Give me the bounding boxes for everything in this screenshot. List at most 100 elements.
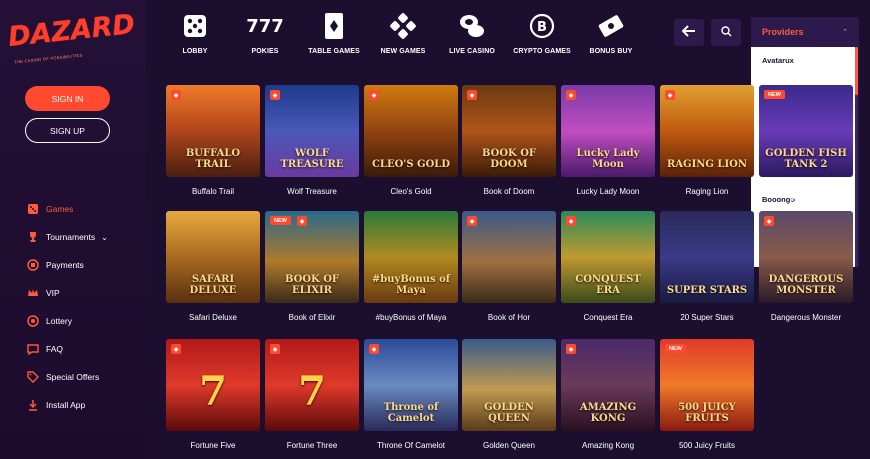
game-title[interactable]: Safari Deluxe xyxy=(166,313,260,323)
game-thumbnail[interactable]: Throne of Camelot ◆ xyxy=(364,339,458,431)
tab-label: TABLE GAMES xyxy=(308,48,360,55)
game-thumbnail[interactable]: BOOK OF DOOM ◆ xyxy=(462,85,556,177)
game-thumbnail[interactable]: 500 JUICY FRUITS NEW xyxy=(660,339,754,431)
game-tile[interactable]: GOLDEN FISH TANK 2 NEW Golden Fish Tank 2 … xyxy=(759,85,853,207)
game-thumbnail[interactable]: GOLDEN QUEEN xyxy=(462,339,556,431)
game-title[interactable]: Dangerous Monster xyxy=(759,313,853,323)
game-title[interactable]: Wolf Treasure xyxy=(265,187,359,197)
game-title[interactable]: 500 Juicy Fruits xyxy=(660,441,754,451)
game-tile[interactable]: CONQUEST ERA ◆ Conquest Era xyxy=(561,211,655,323)
hot-badge-icon: ◆ xyxy=(369,344,379,354)
game-tile[interactable]: BOOK OF ELIXIR ◆ NEW Book of Elixir xyxy=(265,211,359,323)
sidebar-item-label: VIP xyxy=(46,288,60,298)
dice-icon xyxy=(155,10,235,42)
game-title[interactable]: 20 Super Stars xyxy=(660,313,754,323)
game-thumbnail[interactable]: BOOK OF ELIXIR ◆ NEW xyxy=(265,211,359,303)
game-thumbnail[interactable]: ◆ xyxy=(462,211,556,303)
sidebar-item-label: Games xyxy=(46,204,74,214)
game-tile[interactable]: #buyBonus of Maya #buyBonus of Maya xyxy=(364,211,458,323)
game-title[interactable]: Raging Lion xyxy=(660,187,754,197)
game-thumbnail[interactable]: CONQUEST ERA ◆ xyxy=(561,211,655,303)
game-thumbnail[interactable]: RAGING LION ◆ xyxy=(660,85,754,177)
game-title[interactable]: Conquest Era xyxy=(561,313,655,323)
game-title[interactable]: Lucky Lady Moon xyxy=(561,187,655,197)
game-thumbnail[interactable]: CLEO'S GOLD ◆ xyxy=(364,85,458,177)
sign-up-button[interactable]: SIGN UP xyxy=(25,118,110,143)
search-button[interactable] xyxy=(711,19,741,46)
game-art-title: RAGING LION xyxy=(666,158,747,170)
sidebar-nav: Games Tournaments ⌄ Payments VIP Lottery… xyxy=(27,202,108,426)
game-title[interactable]: Fortune Three xyxy=(265,441,359,451)
game-art-title: 7 xyxy=(298,368,326,415)
back-button[interactable] xyxy=(674,19,704,46)
providers-scrollbar[interactable] xyxy=(855,47,858,95)
game-tile[interactable]: RAGING LION ◆ Raging Lion xyxy=(660,85,754,197)
game-title[interactable]: Throne Of Camelot xyxy=(364,441,458,451)
game-tile[interactable]: Lucky Lady Moon ◆ Lucky Lady Moon xyxy=(561,85,655,197)
tab-pokies[interactable]: 777 POKIES xyxy=(225,10,305,56)
game-thumbnail[interactable]: BUFFALO TRAIL ◆ xyxy=(166,85,260,177)
game-tile[interactable]: 500 JUICY FRUITS NEW 500 Juicy Fruits xyxy=(660,339,754,451)
game-tile[interactable]: Throne of Camelot ◆ Throne Of Camelot xyxy=(364,339,458,451)
game-tile[interactable]: ◆ Book of Hor xyxy=(462,211,556,323)
game-title[interactable]: Book of Doom xyxy=(462,187,556,197)
game-tile[interactable]: DANGEROUS MONSTER ◆ Dangerous Monster xyxy=(759,211,853,323)
sidebar-item-special-offers[interactable]: Special Offers xyxy=(27,370,108,384)
game-art-title: 7 xyxy=(199,368,227,415)
sidebar-item-games[interactable]: Games xyxy=(27,202,108,216)
sidebar-item-vip[interactable]: VIP xyxy=(27,286,108,300)
game-art-title: BUFFALO TRAIL xyxy=(185,148,241,170)
game-thumbnail[interactable]: WOLF TREASURE ◆ xyxy=(265,85,359,177)
sidebar-item-install-app[interactable]: Install App xyxy=(27,398,108,412)
hot-badge-icon: ◆ xyxy=(665,90,675,100)
game-thumbnail[interactable]: SUPER STARS xyxy=(660,211,754,303)
game-tile[interactable]: AMAZING KONG ◆ Amazing Kong xyxy=(561,339,655,451)
dice-icon xyxy=(27,203,39,215)
game-tile[interactable]: WOLF TREASURE ◆ Wolf Treasure xyxy=(265,85,359,197)
game-thumbnail[interactable]: #buyBonus of Maya xyxy=(364,211,458,303)
tab-bonus-buy[interactable]: BONUS BUY xyxy=(571,10,651,55)
game-tile[interactable]: CLEO'S GOLD ◆ Cleo's Gold xyxy=(364,85,458,197)
game-title[interactable]: Golden Fish Tank 2 Gigablox xyxy=(759,187,853,207)
game-tile[interactable]: BOOK OF DOOM ◆ Book of Doom xyxy=(462,85,556,197)
chevron-down-icon[interactable]: ⌄ xyxy=(101,233,108,242)
sidebar-item-label: Special Offers xyxy=(46,372,100,382)
crown-icon xyxy=(27,287,39,299)
provider-option[interactable]: Avatarux xyxy=(751,47,855,75)
sidebar-item-faq[interactable]: FAQ xyxy=(27,342,108,356)
providers-select[interactable]: Providers ⌃ xyxy=(751,17,859,47)
game-tile[interactable]: 7 ◆ Fortune Three xyxy=(265,339,359,451)
tab-label: POKIES xyxy=(251,48,279,55)
game-thumbnail[interactable]: GOLDEN FISH TANK 2 NEW xyxy=(759,85,853,177)
game-thumbnail[interactable]: AMAZING KONG ◆ xyxy=(561,339,655,431)
game-tile[interactable]: 7 ◆ Fortune Five xyxy=(166,339,260,451)
game-thumbnail[interactable]: Lucky Lady Moon ◆ xyxy=(561,85,655,177)
game-title[interactable]: #buyBonus of Maya xyxy=(364,313,458,323)
game-tile[interactable]: SAFARI DELUXE Safari Deluxe xyxy=(166,211,260,323)
game-title[interactable]: Book of Hor xyxy=(462,313,556,323)
tab-table-games[interactable]: TABLE GAMES xyxy=(294,10,374,55)
game-tile[interactable]: GOLDEN QUEEN Golden Queen xyxy=(462,339,556,451)
tab-crypto-games[interactable]: B CRYPTO GAMES xyxy=(502,10,582,55)
game-tile[interactable]: SUPER STARS 20 Super Stars xyxy=(660,211,754,323)
game-title[interactable]: Golden Queen xyxy=(462,441,556,451)
tab-new-games[interactable]: NEW GAMES xyxy=(363,10,443,55)
tab-live-casino[interactable]: LIVE CASINO xyxy=(432,10,512,55)
sidebar-item-lottery[interactable]: Lottery xyxy=(27,314,108,328)
game-tile[interactable]: BUFFALO TRAIL ◆ Buffalo Trail xyxy=(166,85,260,197)
game-title[interactable]: Book of Elixir xyxy=(265,313,359,323)
sidebar-item-payments[interactable]: Payments xyxy=(27,258,108,272)
sidebar-item-tournaments[interactable]: Tournaments ⌄ xyxy=(27,230,108,244)
sidebar-item-label: Lottery xyxy=(46,316,72,326)
game-title[interactable]: Cleo's Gold xyxy=(364,187,458,197)
game-thumbnail[interactable]: DANGEROUS MONSTER ◆ xyxy=(759,211,853,303)
game-title[interactable]: Buffalo Trail xyxy=(166,187,260,197)
logo[interactable]: DAZARD THE CASINO OF POSSIBILITIES xyxy=(7,9,138,70)
game-title[interactable]: Amazing Kong xyxy=(561,441,655,451)
tab-lobby[interactable]: LOBBY xyxy=(155,10,235,55)
game-thumbnail[interactable]: SAFARI DELUXE xyxy=(166,211,260,303)
game-thumbnail[interactable]: 7 ◆ xyxy=(166,339,260,431)
game-title[interactable]: Fortune Five xyxy=(166,441,260,451)
game-thumbnail[interactable]: 7 ◆ xyxy=(265,339,359,431)
sign-in-button[interactable]: SIGN IN xyxy=(25,86,110,111)
